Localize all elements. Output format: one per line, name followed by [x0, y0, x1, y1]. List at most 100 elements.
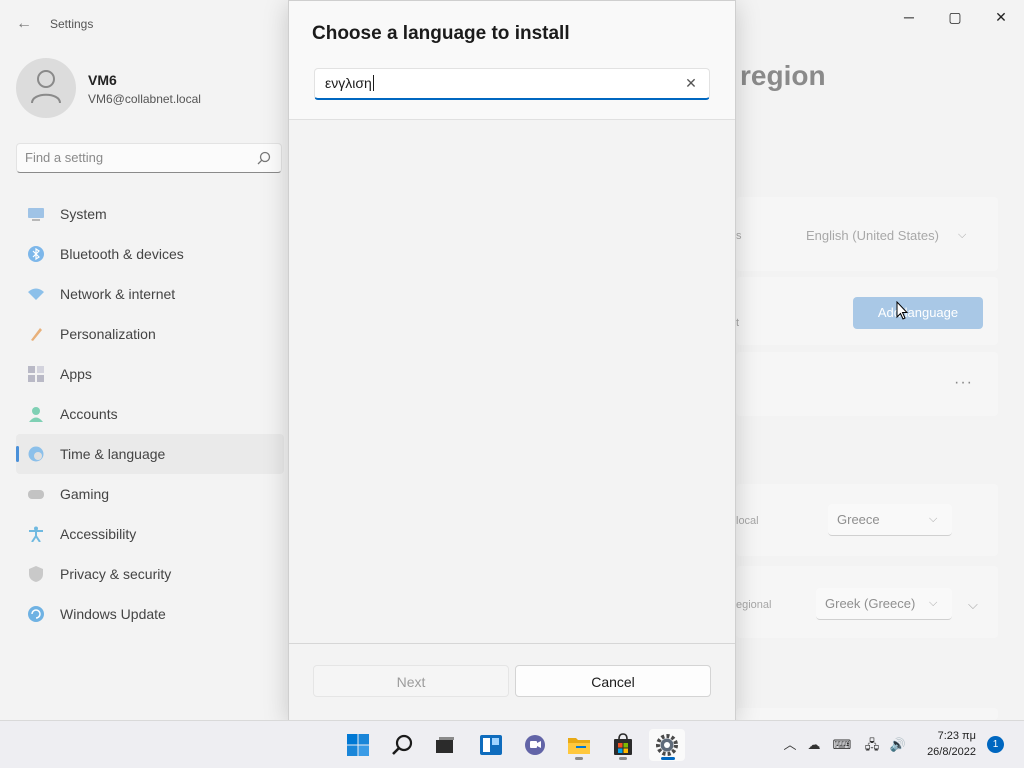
sidebar-nav: System Bluetooth & devices Network & int…	[16, 194, 284, 634]
windows-start-icon	[347, 734, 369, 756]
sidebar-item-personalization[interactable]: Personalization	[16, 314, 284, 354]
sidebar-item-accessibility[interactable]: Accessibility	[16, 514, 284, 554]
sidebar-item-label: Personalization	[60, 326, 156, 342]
sidebar-item-gaming[interactable]: Gaming	[16, 474, 284, 514]
select-value: Greek (Greece)	[825, 596, 916, 611]
language-search-input[interactable]: ενγλιση ✕	[314, 68, 710, 100]
person-icon	[31, 70, 61, 104]
taskbar-search-button[interactable]	[385, 729, 421, 761]
onedrive-offline-icon[interactable]: ☁	[804, 735, 824, 755]
widgets-button[interactable]	[473, 729, 509, 761]
bluetooth-icon	[28, 246, 44, 262]
select-value: Greece	[837, 512, 880, 527]
network-icon[interactable]: 🖧	[862, 735, 882, 755]
show-hidden-icons-chevron-icon[interactable]: ︿	[780, 735, 800, 755]
user-name: VM6	[88, 72, 117, 88]
taskbar: ︿ ☁ ⌨ 🖧 🔊 7:23 πμ 26/8/2022	[0, 720, 1024, 768]
shield-icon	[29, 566, 43, 582]
sidebar-item-windows-update[interactable]: Windows Update	[16, 594, 284, 634]
add-language-button[interactable]: Add language	[853, 297, 983, 329]
sidebar-item-label: Privacy & security	[60, 566, 172, 582]
expand-chevron-icon[interactable]: ⌵	[968, 597, 978, 613]
volume-icon[interactable]: 🔊	[888, 735, 908, 755]
sidebar-item-label: Apps	[60, 366, 92, 382]
back-arrow-icon[interactable]: ←	[12, 12, 36, 36]
windows-display-language-card: s English (United States) ⌵	[736, 197, 998, 271]
regional-format-select[interactable]: Greek (Greece) ⌵	[816, 588, 952, 620]
chevron-down-icon: ⌵	[929, 513, 938, 525]
microsoft-store-icon	[614, 733, 632, 755]
sidebar-item-accounts[interactable]: Accounts	[16, 394, 284, 434]
file-explorer-button[interactable]	[561, 729, 597, 761]
mouse-cursor-icon	[896, 301, 908, 320]
maximize-button[interactable]: ▢	[932, 4, 978, 30]
close-button[interactable]: ✕	[978, 4, 1024, 30]
card-label-fragment: s	[736, 230, 742, 242]
country-region-select[interactable]: Greece ⌵	[828, 504, 952, 536]
clock-time[interactable]: 7:23 πμ	[938, 730, 976, 742]
avatar[interactable]	[16, 58, 76, 118]
more-options-icon[interactable]: ···	[954, 374, 973, 392]
clock-date[interactable]: 26/8/2022	[927, 746, 976, 758]
teams-chat-icon	[525, 735, 545, 755]
search-icon	[392, 734, 413, 755]
update-icon	[28, 606, 44, 622]
display-language-select[interactable]: English (United States)	[806, 228, 939, 243]
sidebar-item-system[interactable]: System	[16, 194, 284, 234]
search-input[interactable]: Find a setting	[25, 150, 103, 165]
sidebar-item-bluetooth[interactable]: Bluetooth & devices	[16, 234, 284, 274]
keyboard-icon[interactable]: ⌨	[832, 735, 852, 755]
sidebar-item-network[interactable]: Network & internet	[16, 274, 284, 314]
user-profile[interactable]: VM6 VM6@collabnet.local	[16, 58, 276, 122]
user-email: VM6@collabnet.local	[88, 92, 201, 106]
chevron-down-icon: ⌵	[929, 597, 938, 609]
store-button[interactable]	[605, 729, 641, 761]
sidebar-item-label: System	[60, 206, 107, 222]
globe-clock-icon	[28, 446, 44, 462]
page-title: region	[740, 60, 826, 91]
language-search-value[interactable]: ενγλιση	[325, 75, 374, 91]
dialog-footer: Next Cancel	[289, 643, 735, 720]
running-indicator	[661, 757, 675, 760]
apps-icon	[28, 366, 44, 382]
accessibility-icon	[29, 526, 43, 542]
app-title: Settings	[50, 17, 94, 31]
sidebar-item-time-language[interactable]: Time & language	[16, 434, 284, 474]
next-button[interactable]: Next	[313, 665, 509, 697]
cancel-button[interactable]: Cancel	[515, 665, 711, 697]
chevron-down-icon: ⌵	[958, 229, 967, 241]
chat-button[interactable]	[517, 729, 553, 761]
sidebar-item-privacy[interactable]: Privacy & security	[16, 554, 284, 594]
sidebar-item-label: Time & language	[60, 446, 166, 462]
card-label-fragment: local	[736, 515, 759, 527]
partial-card	[736, 708, 998, 720]
start-button[interactable]	[340, 729, 376, 761]
sidebar-item-label: Bluetooth & devices	[60, 246, 184, 262]
task-view-icon	[436, 737, 454, 753]
minimize-button[interactable]: ─	[886, 4, 932, 30]
search-text: ενγλιση	[325, 75, 372, 91]
running-indicator	[575, 757, 583, 760]
search-icon[interactable]	[257, 151, 271, 165]
sidebar-item-apps[interactable]: Apps	[16, 354, 284, 394]
settings-taskbar-button[interactable]	[649, 729, 685, 761]
sidebar-item-label: Gaming	[60, 486, 110, 502]
dialog-title: Choose a language to install	[312, 23, 570, 44]
running-indicator	[619, 757, 627, 760]
sidebar-item-label: Windows Update	[60, 606, 166, 622]
gamepad-icon	[28, 490, 44, 499]
task-view-button[interactable]	[427, 729, 463, 761]
brush-icon	[31, 328, 42, 341]
notification-badge[interactable]: 1	[987, 736, 1004, 753]
sidebar-item-label: Accessibility	[60, 526, 137, 542]
person-icon	[29, 407, 43, 422]
settings-icon	[656, 734, 678, 756]
monitor-icon	[28, 208, 44, 221]
clear-icon[interactable]: ✕	[681, 73, 701, 93]
text-caret	[372, 75, 374, 91]
find-setting-search[interactable]: Find a setting	[16, 143, 282, 173]
language-results-list[interactable]	[289, 121, 735, 643]
dialog-header: Choose a language to install ενγλιση ✕	[289, 1, 735, 120]
choose-language-dialog: Choose a language to install ενγλιση ✕ N…	[288, 0, 736, 720]
file-explorer-icon	[568, 738, 590, 754]
